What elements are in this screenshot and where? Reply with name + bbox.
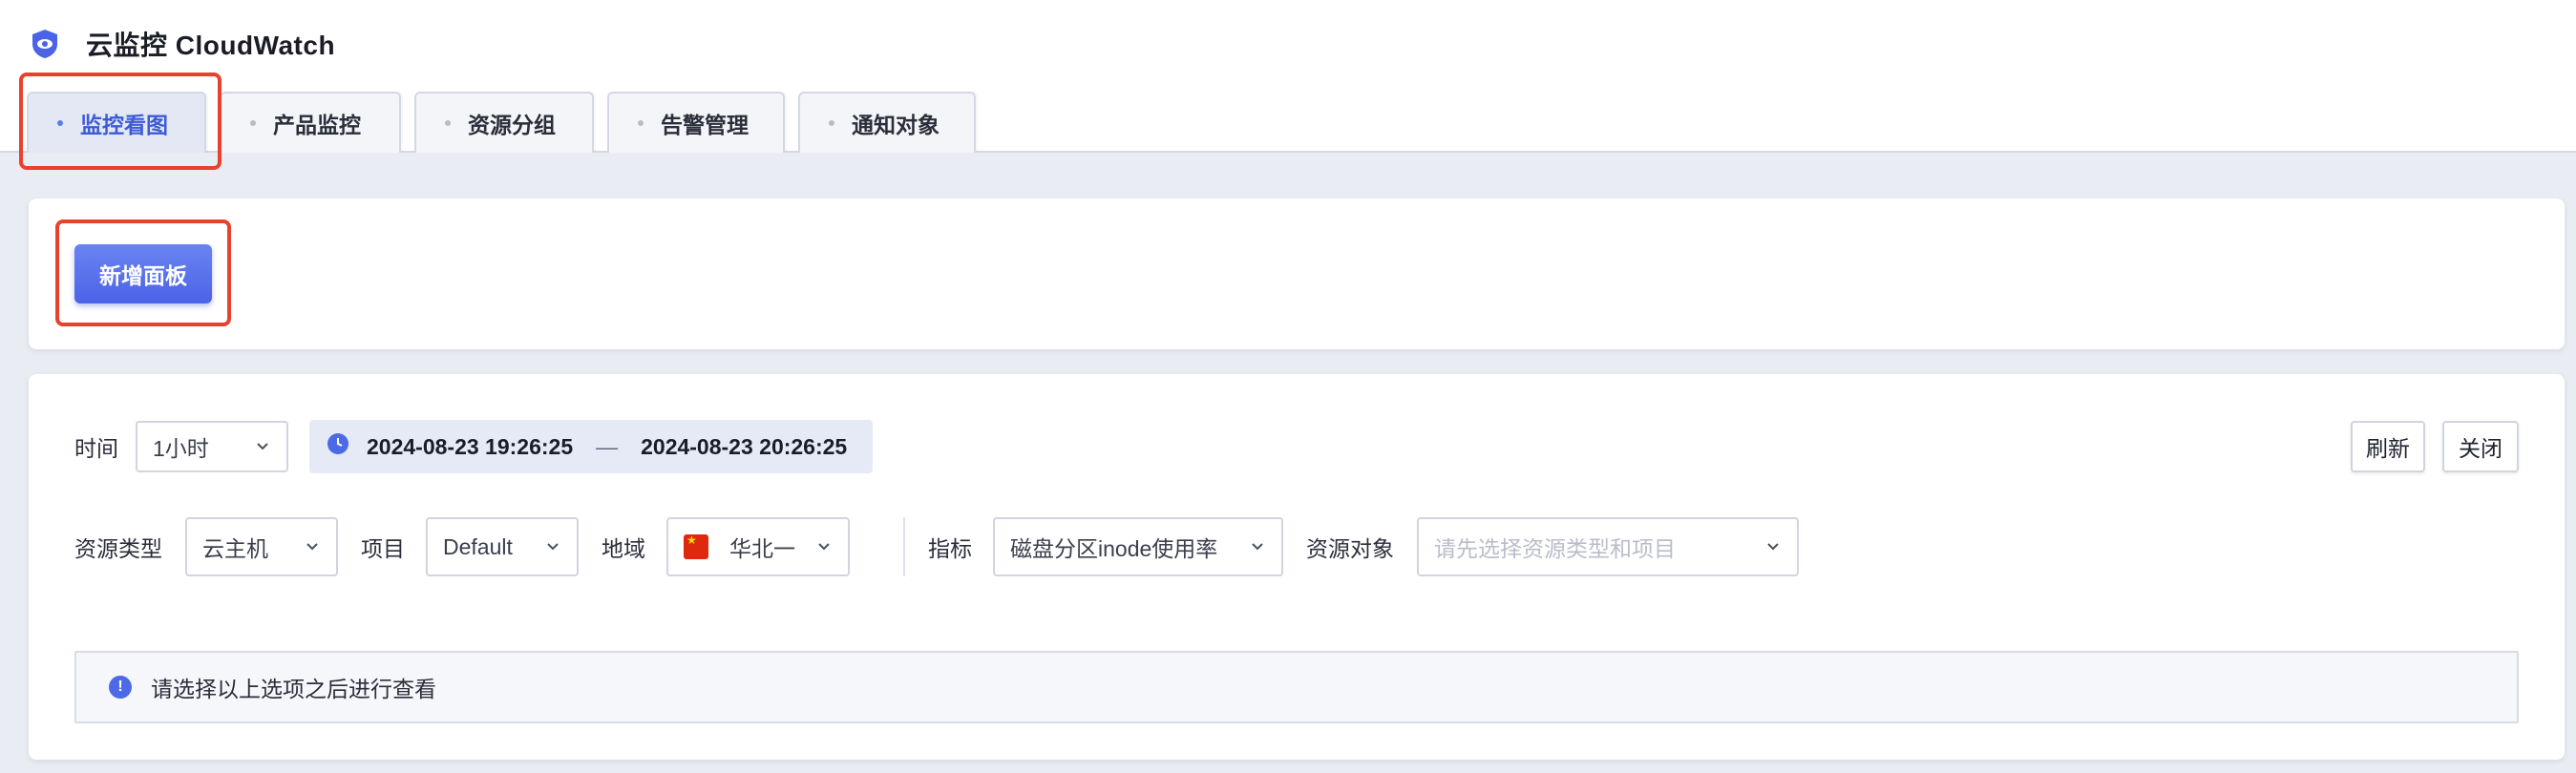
chevron-down-icon bbox=[815, 538, 833, 555]
project-value: Default bbox=[443, 533, 513, 559]
metric-select[interactable]: 磁盘分区inode使用率 bbox=[993, 517, 1283, 576]
region-value: 华北一 bbox=[729, 536, 795, 561]
info-notice: ! 请选择以上选项之后进行查看 bbox=[74, 651, 2519, 723]
chevron-down-icon bbox=[1764, 538, 1782, 555]
tab-dot-icon bbox=[638, 120, 644, 126]
tab-dot-icon bbox=[445, 120, 451, 126]
tab-resource-group[interactable]: 资源分组 bbox=[414, 92, 594, 153]
cloudwatch-logo-icon bbox=[29, 28, 61, 60]
close-button[interactable]: 关闭 bbox=[2442, 421, 2519, 472]
tab-label: 产品监控 bbox=[273, 113, 361, 137]
info-icon: ! bbox=[109, 676, 132, 699]
filter-divider bbox=[903, 517, 905, 576]
metric-label: 指标 bbox=[928, 536, 972, 561]
resource-object-placeholder: 请先选择资源类型和项目 bbox=[1434, 536, 1676, 561]
range-end: 2024-08-23 20:26:25 bbox=[641, 433, 848, 459]
tab-label: 告警管理 bbox=[661, 113, 749, 137]
region-select[interactable]: 华北一 bbox=[666, 517, 850, 576]
project-select[interactable]: Default bbox=[426, 517, 579, 576]
panel-actions-card bbox=[29, 198, 2565, 349]
chevron-down-icon bbox=[254, 438, 271, 455]
main-tabs: 监控看图 产品监控 资源分组 告警管理 通知对象 bbox=[27, 92, 976, 153]
metric-value: 磁盘分区inode使用率 bbox=[1010, 536, 1218, 561]
chevron-down-icon bbox=[1249, 538, 1266, 555]
date-range-picker[interactable]: 2024-08-23 19:26:25 — 2024-08-23 20:26:2… bbox=[309, 420, 873, 473]
tab-product-monitor[interactable]: 产品监控 bbox=[220, 92, 401, 153]
tab-monitor-view[interactable]: 监控看图 bbox=[27, 92, 206, 153]
header: 云监控 CloudWatch 监控看图 产品监控 资源分组 告警管理 通知对象 bbox=[0, 0, 2576, 153]
resource-object-label: 资源对象 bbox=[1306, 536, 1394, 561]
range-separator: — bbox=[596, 433, 619, 459]
add-panel-button[interactable]: 新增面板 bbox=[74, 244, 212, 303]
chevron-down-icon bbox=[544, 538, 561, 555]
project-label: 项目 bbox=[361, 536, 405, 561]
tab-dot-icon bbox=[829, 120, 834, 126]
tab-dot-icon bbox=[250, 120, 256, 126]
tab-alarm-management[interactable]: 告警管理 bbox=[607, 92, 785, 153]
resource-type-select[interactable]: 云主机 bbox=[185, 517, 338, 576]
range-start: 2024-08-23 19:26:25 bbox=[367, 433, 574, 459]
chevron-down-icon bbox=[304, 538, 321, 555]
tab-label: 通知对象 bbox=[852, 113, 940, 137]
resource-object-select[interactable]: 请先选择资源类型和项目 bbox=[1417, 517, 1799, 576]
region-label: 地域 bbox=[602, 536, 645, 561]
resource-type-label: 资源类型 bbox=[74, 536, 162, 561]
resource-type-value: 云主机 bbox=[202, 536, 268, 561]
china-flag-icon bbox=[684, 533, 708, 559]
time-label: 时间 bbox=[74, 436, 118, 461]
tab-notification-target[interactable]: 通知对象 bbox=[798, 92, 976, 153]
tab-label: 资源分组 bbox=[468, 113, 556, 137]
time-range-value: 1小时 bbox=[153, 436, 209, 461]
tab-label: 监控看图 bbox=[80, 113, 168, 137]
clock-icon bbox=[327, 432, 349, 461]
time-range-select[interactable]: 1小时 bbox=[136, 421, 288, 472]
tab-dot-icon bbox=[57, 120, 63, 126]
app-title-bar: 云监控 CloudWatch bbox=[29, 25, 335, 63]
app-title: 云监控 CloudWatch bbox=[86, 31, 336, 60]
refresh-button[interactable]: 刷新 bbox=[2351, 421, 2425, 472]
notice-text: 请选择以上选项之后进行查看 bbox=[151, 677, 436, 701]
